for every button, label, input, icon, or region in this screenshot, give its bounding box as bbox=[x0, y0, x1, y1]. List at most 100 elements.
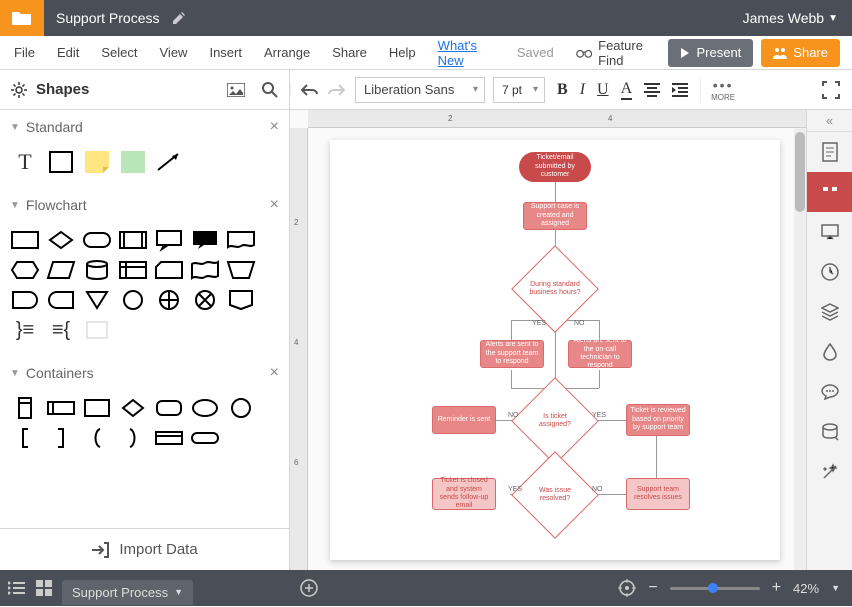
history-icon[interactable] bbox=[807, 252, 852, 292]
folder-icon[interactable] bbox=[0, 0, 44, 36]
fullscreen-icon[interactable] bbox=[810, 81, 852, 99]
page-icon[interactable] bbox=[807, 132, 852, 172]
brace-right-shape[interactable]: }≡ bbox=[10, 318, 40, 342]
flowchart-section-header[interactable]: ▼ Flowchart × bbox=[0, 188, 289, 222]
paren-l-shape[interactable] bbox=[82, 426, 112, 450]
chevron-down-icon[interactable]: ▼ bbox=[831, 583, 840, 593]
import-data-button[interactable]: Import Data bbox=[0, 528, 289, 570]
container-ellipse-shape[interactable] bbox=[190, 396, 220, 420]
predef-shape[interactable] bbox=[118, 228, 148, 252]
fc-process[interactable]: Support case is created and assigned bbox=[523, 202, 587, 230]
standard-section-header[interactable]: ▼ Standard × bbox=[0, 110, 289, 144]
bold-icon[interactable]: B bbox=[557, 81, 568, 99]
menu-edit[interactable]: Edit bbox=[47, 39, 89, 66]
canvas-page[interactable]: Ticket/email submitted by customer Suppo… bbox=[330, 140, 780, 560]
edit-title-icon[interactable] bbox=[172, 11, 186, 25]
font-size-select[interactable]: 7 pt bbox=[493, 77, 545, 103]
display-shape[interactable] bbox=[226, 288, 256, 312]
card-shape[interactable] bbox=[154, 258, 184, 282]
add-page-icon[interactable] bbox=[300, 579, 318, 597]
drop-icon[interactable] bbox=[807, 332, 852, 372]
triangle-shape[interactable] bbox=[82, 288, 112, 312]
fc-process[interactable]: Reminder is sent bbox=[432, 406, 496, 434]
page-tab[interactable]: Support Process ▼ bbox=[62, 580, 193, 605]
align-icon[interactable] bbox=[644, 83, 660, 97]
manual-shape[interactable] bbox=[226, 258, 256, 282]
menu-select[interactable]: Select bbox=[91, 39, 147, 66]
crosscircle-shape[interactable] bbox=[154, 288, 184, 312]
collapse-rail-icon[interactable]: « bbox=[807, 110, 852, 132]
fc-process[interactable]: Ticket is closed and system sends follow… bbox=[432, 478, 496, 510]
layers-icon[interactable] bbox=[807, 292, 852, 332]
close-icon[interactable]: × bbox=[270, 364, 279, 382]
gear-icon[interactable] bbox=[10, 81, 28, 99]
menu-share[interactable]: Share bbox=[322, 39, 377, 66]
menu-whats-new[interactable]: What's New bbox=[428, 32, 505, 74]
process-shape[interactable] bbox=[10, 228, 40, 252]
container-circle-shape[interactable] bbox=[226, 396, 256, 420]
container-rect-shape[interactable] bbox=[82, 396, 112, 420]
swimlane-h-shape[interactable] bbox=[46, 396, 76, 420]
text-shape[interactable]: T bbox=[10, 150, 40, 174]
scrollbar-thumb[interactable] bbox=[795, 132, 805, 212]
user-menu[interactable]: James Webb ▼ bbox=[729, 10, 852, 26]
container-round-shape[interactable] bbox=[154, 396, 184, 420]
brace-left-shape[interactable]: ≡{ bbox=[46, 318, 76, 342]
pill-shape[interactable] bbox=[190, 426, 220, 450]
comment-icon[interactable] bbox=[807, 172, 852, 212]
callout2-shape[interactable] bbox=[190, 228, 220, 252]
fc-start[interactable]: Ticket/email submitted by customer bbox=[519, 152, 591, 182]
menu-insert[interactable]: Insert bbox=[199, 39, 252, 66]
fc-process[interactable]: Alerts are sent to the support team to r… bbox=[480, 340, 544, 368]
zoom-level[interactable]: 42% bbox=[793, 581, 819, 596]
xcircle-shape[interactable] bbox=[190, 288, 220, 312]
delay-shape[interactable] bbox=[46, 288, 76, 312]
blank-shape[interactable] bbox=[82, 318, 112, 342]
fc-decision[interactable]: Is ticket assigned? bbox=[524, 390, 586, 452]
underline-icon[interactable]: U bbox=[597, 81, 609, 99]
data-shape[interactable] bbox=[46, 258, 76, 282]
fc-decision[interactable]: During standard business hours? bbox=[524, 258, 586, 320]
swimlane-v-shape[interactable] bbox=[10, 396, 40, 420]
redo-icon[interactable] bbox=[327, 83, 345, 97]
bracket-r-shape[interactable] bbox=[46, 426, 76, 450]
rect-shape[interactable] bbox=[46, 150, 76, 174]
zoom-slider[interactable] bbox=[670, 587, 760, 590]
menu-help[interactable]: Help bbox=[379, 39, 426, 66]
close-icon[interactable]: × bbox=[270, 118, 279, 136]
paren-r-shape[interactable] bbox=[118, 426, 148, 450]
share-button[interactable]: Share bbox=[761, 39, 840, 67]
hexagon-shape[interactable] bbox=[10, 258, 40, 282]
indent-icon[interactable] bbox=[672, 83, 688, 97]
fc-process[interactable]: Alerts are sent to the on-call technicia… bbox=[568, 340, 632, 368]
decision-shape[interactable] bbox=[46, 228, 76, 252]
fc-process[interactable]: Support team resolves issues bbox=[626, 478, 690, 510]
fc-decision[interactable]: Was issue resolved? bbox=[524, 464, 586, 526]
data-icon[interactable] bbox=[807, 412, 852, 452]
note-green-shape[interactable] bbox=[118, 150, 148, 174]
grid-view-icon[interactable] bbox=[36, 580, 52, 596]
feature-find[interactable]: Feature Find bbox=[568, 38, 667, 68]
undo-icon[interactable] bbox=[301, 83, 319, 97]
half-shape[interactable] bbox=[10, 288, 40, 312]
target-icon[interactable] bbox=[618, 579, 636, 597]
search-icon[interactable] bbox=[261, 81, 279, 99]
menu-file[interactable]: File bbox=[4, 39, 45, 66]
pill-top-shape[interactable] bbox=[154, 426, 184, 450]
zoom-out-icon[interactable]: − bbox=[648, 579, 657, 597]
document-shape[interactable] bbox=[226, 228, 256, 252]
terminator-shape[interactable] bbox=[82, 228, 112, 252]
close-icon[interactable]: × bbox=[270, 196, 279, 214]
present-button[interactable]: Present bbox=[668, 39, 753, 67]
containers-section-header[interactable]: ▼ Containers × bbox=[0, 356, 289, 390]
text-color-icon[interactable]: A bbox=[621, 80, 633, 100]
more-button[interactable]: ••• MORE bbox=[700, 77, 745, 102]
italic-icon[interactable]: I bbox=[580, 81, 585, 99]
document-title[interactable]: Support Process bbox=[44, 10, 172, 26]
chat-icon[interactable] bbox=[807, 372, 852, 412]
menu-view[interactable]: View bbox=[150, 39, 198, 66]
image-icon[interactable] bbox=[227, 83, 245, 97]
fc-process[interactable]: Ticket is reviewed based on priority by … bbox=[626, 404, 690, 436]
menu-arrange[interactable]: Arrange bbox=[254, 39, 320, 66]
database-shape[interactable] bbox=[82, 258, 112, 282]
